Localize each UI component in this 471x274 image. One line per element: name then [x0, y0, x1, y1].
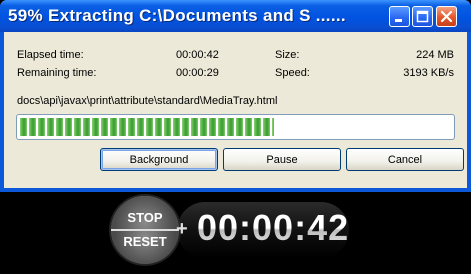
elapsed-time-value: 00:00:42	[176, 49, 219, 61]
progress-bar	[16, 114, 455, 140]
speed-label: Speed:	[275, 67, 310, 79]
minimize-button[interactable]	[389, 6, 410, 27]
pause-button[interactable]: Pause	[223, 148, 341, 171]
stop-reset-button[interactable]: STOP RESET	[111, 196, 179, 264]
stop-reset-divider	[111, 229, 179, 231]
remaining-time-label: Remaining time:	[17, 67, 97, 79]
reset-button[interactable]: RESET	[111, 230, 179, 264]
size-value: 224 MB	[416, 49, 454, 61]
stop-button[interactable]: STOP	[111, 196, 179, 230]
close-icon	[440, 10, 453, 23]
background-button[interactable]: Background	[100, 148, 218, 171]
extraction-window: 59% Extracting C:\Documents and S ......…	[0, 0, 471, 192]
maximize-button[interactable]	[412, 6, 433, 27]
elapsed-time-label: Elapsed time:	[17, 49, 84, 61]
dialog-body: Elapsed time: 00:00:42 Remaining time: 0…	[4, 32, 467, 188]
window-title: 59% Extracting C:\Documents and S ......	[8, 6, 346, 25]
title-bar[interactable]: 59% Extracting C:\Documents and S ......	[0, 0, 471, 32]
cancel-button[interactable]: Cancel	[346, 148, 464, 171]
maximize-icon	[416, 10, 429, 23]
speed-value: 3193 KB/s	[403, 67, 454, 79]
stopwatch-time: 00:00:42	[197, 207, 350, 248]
plus-icon: +	[176, 218, 188, 240]
current-file-path: docs\api\javax\print\attribute\standard\…	[17, 95, 278, 107]
stopwatch-widget: STOP RESET + 00:00:42	[111, 196, 351, 266]
size-label: Size:	[275, 49, 300, 61]
close-button[interactable]	[436, 6, 457, 27]
progress-bar-fill	[20, 118, 274, 136]
minimize-icon	[395, 19, 402, 22]
remaining-time-value: 00:00:29	[176, 67, 219, 79]
